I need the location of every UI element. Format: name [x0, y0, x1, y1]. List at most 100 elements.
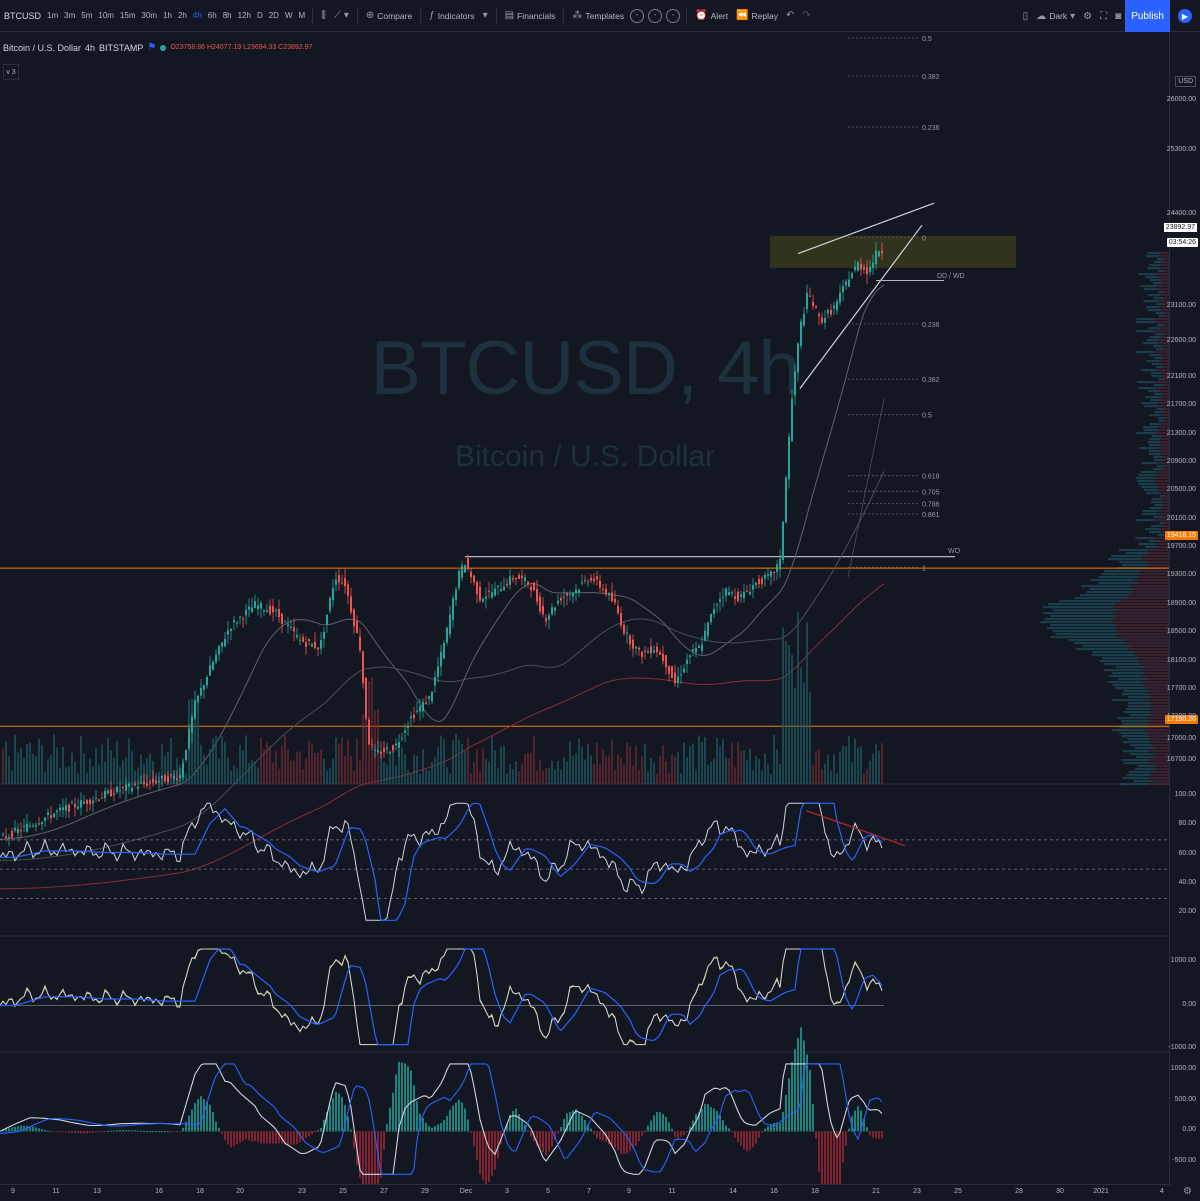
candle-body: [20, 830, 22, 832]
timeframe-30m[interactable]: 30m: [139, 11, 161, 20]
indicators-dropdown[interactable]: ▾: [479, 10, 492, 21]
volume-bar: [593, 763, 595, 784]
chart-settings-icon[interactable]: ⚙: [1183, 1186, 1192, 1197]
timeframe-2d[interactable]: 2D: [266, 11, 282, 20]
redo-icon: ↷: [802, 10, 811, 21]
compare-button[interactable]: ⊕ Compare: [362, 10, 416, 21]
candle-body: [797, 343, 799, 373]
replay-button[interactable]: ⏪ Replay: [732, 10, 782, 21]
volume-bar: [572, 755, 574, 784]
timeframe-15m[interactable]: 15m: [117, 11, 139, 20]
price-axis[interactable]: USD 23892.97 03:54:26 19418.15 17190.26 …: [1162, 32, 1200, 1184]
currency-label[interactable]: USD: [1175, 76, 1196, 87]
redo-button[interactable]: ↷: [798, 10, 814, 21]
volume-bar: [116, 740, 118, 784]
volume-bar: [344, 756, 346, 784]
candle-body: [155, 780, 157, 783]
alert-button[interactable]: ⏰ Alert: [691, 10, 732, 21]
candle-body: [32, 825, 34, 827]
candle-body: [29, 825, 31, 827]
indicator-tick-label: 1000.00: [1170, 957, 1196, 964]
volume-profile-bar: [1046, 627, 1115, 630]
timeframe-d[interactable]: D: [254, 11, 266, 20]
volume-profile-bar: [1147, 294, 1160, 297]
timeframe-1h[interactable]: 1h: [160, 11, 175, 20]
settings-button[interactable]: ⚙: [1079, 11, 1096, 22]
macd-signal-line: [0, 1063, 883, 1175]
volume-bar: [89, 758, 91, 784]
symbol-search[interactable]: BTCUSD: [0, 11, 44, 21]
volume-bar: [455, 734, 457, 784]
timeframe-3m[interactable]: 3m: [61, 11, 78, 20]
timeframe-8h[interactable]: 8h: [220, 11, 235, 20]
volume-profile-bar: [1133, 780, 1154, 783]
chart-type-line-button[interactable]: ⟋ ▾: [330, 10, 353, 21]
timeframe-10m[interactable]: 10m: [95, 11, 117, 20]
volume-bar: [551, 760, 553, 784]
circle-tool-3-button[interactable]: ◦: [666, 8, 681, 23]
candle-body: [857, 262, 859, 271]
snapshot-button[interactable]: ◙: [1111, 11, 1125, 22]
timeframe-6h[interactable]: 6h: [205, 11, 220, 20]
macd-histogram-bar: [260, 1131, 262, 1144]
time-axis[interactable]: 9 11 13 16 18 20 23 25 27 29 Dec 3 5 7 9 11 14 16 18 21 23 25…: [0, 1184, 1170, 1201]
candle-body: [701, 644, 703, 652]
candle-body: [338, 575, 340, 583]
circle-tool-2-button[interactable]: ◦: [648, 8, 663, 23]
publish-button[interactable]: Publish: [1125, 0, 1170, 32]
candle-body: [719, 599, 721, 602]
macd-histogram-bar: [146, 1130, 148, 1132]
timeframe-5m[interactable]: 5m: [78, 11, 95, 20]
macd-histogram-bar: [8, 1128, 10, 1132]
templates-button[interactable]: ⁂ Templates: [568, 10, 628, 21]
volume-profile-bar: [1157, 534, 1165, 537]
candle-body: [707, 622, 709, 636]
oscillator-line: [0, 948, 883, 1046]
layout-button[interactable]: ▯: [1019, 11, 1033, 22]
volume-bar: [425, 770, 427, 784]
volume-bar: [266, 742, 268, 784]
fullscreen-button[interactable]: ⛶: [1096, 11, 1111, 22]
macd-histogram-bar: [407, 1066, 409, 1132]
volume-bar: [212, 738, 214, 784]
price-tick-label: 25300.00: [1166, 145, 1196, 153]
expand-panel-button[interactable]: ▶: [1170, 0, 1200, 32]
volume-profile-bar: [1123, 690, 1149, 693]
undo-button[interactable]: ↶: [782, 10, 798, 21]
macd-histogram-bar: [782, 1111, 784, 1132]
macd-histogram-bar: [713, 1108, 715, 1132]
time-tick-label: 9: [11, 1188, 15, 1195]
timeframe-12h[interactable]: 12h: [235, 11, 254, 20]
timeframe-w[interactable]: W: [282, 11, 296, 20]
macd-histogram-bar: [707, 1104, 709, 1132]
timeframe-2h[interactable]: 2h: [175, 11, 190, 20]
macd-histogram-bar: [725, 1125, 727, 1132]
volume-profile-bar: [1140, 570, 1170, 573]
candle-body: [56, 810, 58, 813]
volume-bar: [47, 759, 49, 784]
timeframe-1m[interactable]: 1m: [44, 11, 61, 20]
financials-button[interactable]: ▤ Financials: [501, 10, 560, 21]
volume-bar: [74, 761, 76, 784]
theme-button[interactable]: ☁ Dark ▾: [1032, 11, 1079, 22]
volume-bar: [221, 736, 223, 784]
timeframe-m[interactable]: M: [296, 11, 309, 20]
macd-histogram-bar: [182, 1127, 184, 1132]
chart-type-bars-button[interactable]: ⫼: [317, 10, 330, 21]
candle-body: [167, 776, 169, 783]
timeframe-4h[interactable]: 4h: [190, 11, 205, 20]
volume-profile-bar: [1134, 654, 1170, 657]
indicators-button[interactable]: ƒ Indicators: [425, 10, 478, 21]
candle-body: [320, 640, 322, 649]
candle-body: [809, 295, 811, 297]
volume-bar: [728, 758, 730, 784]
chart-canvas[interactable]: 0.5 0.382 0.236 0 0.236 0.382 0.5 0.618 0.705 0.7…: [0, 32, 1170, 1184]
volume-bar: [491, 736, 493, 784]
volume-profile-bar: [1116, 624, 1170, 627]
volume-profile-bar: [1149, 438, 1161, 441]
macd-histogram-bar: [830, 1131, 832, 1184]
volume-profile-bar: [1141, 486, 1158, 489]
volume-bar: [38, 738, 40, 784]
candle-body: [35, 824, 37, 827]
circle-tool-1-button[interactable]: ◦: [630, 8, 645, 23]
